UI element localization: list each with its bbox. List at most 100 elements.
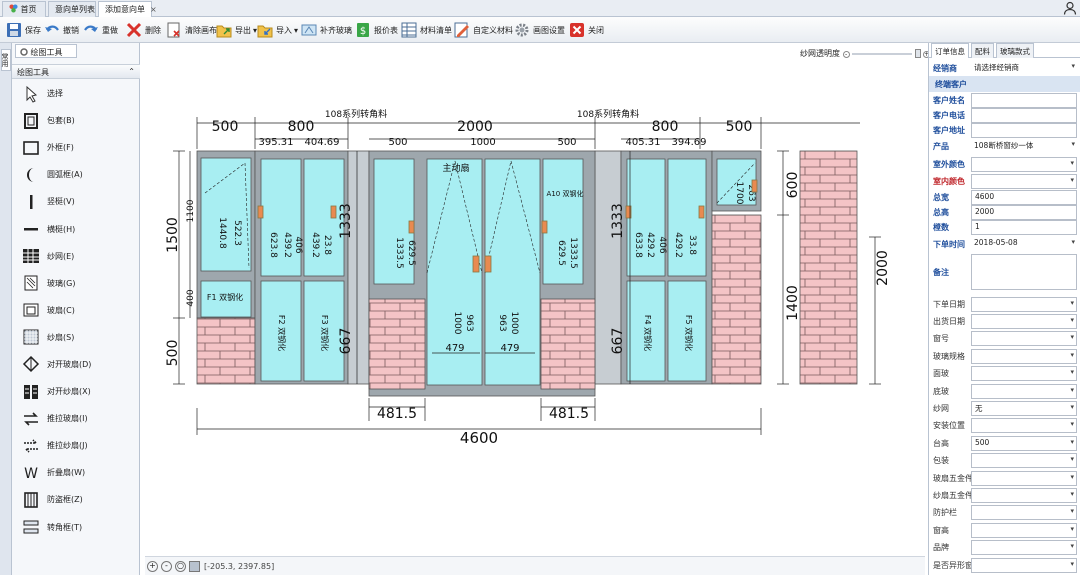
draw-settings-button[interactable]: 画图设置 [514, 20, 565, 40]
dimension-label: 394.69 [672, 137, 707, 148]
order-field-select[interactable]: ▾ [971, 505, 1077, 521]
tool-item[interactable]: 包套(B) [12, 107, 140, 134]
drawing-tools-header[interactable]: 绘图工具 ⌃ [12, 64, 140, 79]
tool-item[interactable]: 竖梃(V) [12, 188, 140, 215]
order-time-value: 2018-05-08 [974, 237, 1018, 247]
sash-handle [257, 205, 264, 219]
dimension-label: 800 [652, 119, 679, 135]
minus-icon[interactable]: - [842, 51, 850, 58]
clear-canvas-button[interactable]: 清除画布 [166, 20, 217, 40]
zoom-out-icon[interactable]: - [161, 560, 172, 572]
tab-glass-style[interactable]: 玻璃款式 [996, 43, 1034, 58]
tool-item[interactable]: W 折叠扇(W) [12, 459, 140, 486]
tool-item[interactable]: 选择 [12, 80, 140, 107]
tool-label: 圆弧框(A) [47, 170, 83, 180]
order-field-select[interactable]: ▾ [971, 296, 1077, 312]
order-field-row: 底玻 ▾ [929, 382, 1080, 400]
tool-label: 选择 [47, 89, 63, 99]
dimension-label: 633.8 [633, 232, 643, 258]
order-field-select[interactable]: ▾ [971, 540, 1077, 556]
tab-home[interactable]: 首页 [2, 1, 46, 17]
import-button[interactable]: 导入 ▾ [257, 20, 298, 40]
zoom-in-icon[interactable]: + [147, 560, 158, 572]
tab-close-icon[interactable]: × [150, 5, 157, 14]
order-field-select[interactable]: ▾ [971, 487, 1077, 503]
zoom-fit-icon[interactable]: ○ [175, 560, 186, 572]
toolbar-label: 画图设置 [533, 25, 565, 35]
tool-label: 玻扇(C) [47, 305, 75, 315]
tool-item[interactable]: 横梃(H) [12, 215, 140, 242]
redo-button[interactable]: 重做 [83, 20, 118, 40]
tool-label: 纱网(E) [47, 251, 75, 261]
tool-item[interactable]: 圆弧框(A) [12, 161, 140, 188]
outer-color-select[interactable]: ▾ [971, 156, 1077, 172]
collapse-icon[interactable]: ⌃ [128, 67, 135, 76]
vertical-mullion-icon [30, 194, 33, 209]
order-field-select[interactable]: ▾ [971, 348, 1077, 364]
save-button[interactable]: 保存 [6, 20, 41, 40]
order-field-select[interactable]: ▾ [971, 313, 1077, 329]
fill-glass-button[interactable]: 补齐玻璃 [301, 20, 352, 40]
order-field-select[interactable]: 500 ▾ [971, 435, 1077, 451]
order-field-select[interactable]: ▾ [971, 470, 1077, 486]
brick-wall [799, 150, 858, 385]
quote-button[interactable]: $ 报价表 [355, 20, 398, 40]
tool-item[interactable]: 纱网(E) [12, 243, 140, 270]
dimension-label: 500 [165, 340, 181, 367]
tool-item[interactable]: 推拉纱扇(J) [12, 432, 140, 459]
common-tab[interactable]: 常用 [1, 49, 11, 71]
close-button[interactable]: 关闭 [569, 20, 604, 40]
tool-item[interactable]: 防盗框(Z) [12, 486, 140, 513]
customer-address-field[interactable] [971, 122, 1077, 138]
slider-thumb[interactable] [914, 49, 921, 58]
notes-field[interactable] [971, 254, 1077, 290]
screen-opacity-slider[interactable]: 纱网透明度 - + [800, 48, 931, 60]
tab-add-order[interactable]: 添加意向单 × [98, 1, 157, 17]
tab-order-info[interactable]: 订单信息 [931, 43, 969, 58]
undo-button[interactable]: 撤销 [44, 20, 79, 40]
tab-ingredients[interactable]: 配料 [971, 43, 994, 58]
slider-track[interactable] [852, 52, 913, 55]
drawing-tools-tab[interactable]: 绘图工具 [15, 44, 77, 58]
order-time-label: 下单时间 [933, 239, 965, 249]
double-screen-sash-icon [24, 384, 38, 399]
dealer-select[interactable]: 请选择经销商 ▾ [971, 60, 1077, 76]
drawing-canvas[interactable]: 纱网透明度 - + 500 800 2000 800 500 395.31 404.69 50… [145, 43, 931, 575]
tool-item[interactable]: 推拉玻扇(I) [12, 405, 140, 432]
order-field-select[interactable]: ▾ [971, 418, 1077, 434]
material-list-button[interactable]: 材料清单 [401, 20, 452, 40]
dimension-label: 406 [657, 236, 667, 253]
order-field-select[interactable]: ▾ [971, 366, 1077, 382]
tool-item[interactable]: 外框(F) [12, 134, 140, 161]
order-field-select[interactable]: ▾ [971, 453, 1077, 469]
tool-item[interactable]: 对开纱扇(X) [12, 378, 140, 405]
tool-item[interactable]: 玻璃(G) [12, 270, 140, 297]
wrap-icon [24, 112, 38, 129]
order-field-select[interactable]: ▾ [971, 383, 1077, 399]
tab-order-list[interactable]: 意向单列表 [48, 1, 96, 17]
count-field[interactable]: 1 [971, 219, 1077, 235]
notes-label: 备注 [933, 267, 949, 277]
glass-pane [200, 157, 252, 272]
product-select[interactable]: 108断桥窗纱一体 ▾ [971, 138, 1077, 154]
left-dock-strip: 常用 [0, 43, 12, 575]
custom-material-button[interactable]: 自定义材料 [454, 20, 513, 40]
user-icon[interactable] [1063, 1, 1077, 15]
tool-item[interactable]: 纱扇(S) [12, 324, 140, 351]
toolbar-label: 删除 [145, 25, 161, 35]
tool-item[interactable]: 对开玻扇(D) [12, 351, 140, 378]
grid-icon[interactable] [189, 560, 200, 572]
export-button[interactable]: 导出 ▾ [216, 20, 257, 40]
delete-button[interactable]: 删除 [126, 20, 161, 40]
toolbar-label: 导出 [235, 25, 251, 35]
order-field-select[interactable]: ▾ [971, 331, 1077, 347]
tool-item[interactable]: 玻扇(C) [12, 297, 140, 324]
tool-label: 横梃(H) [47, 224, 76, 234]
order-time-select[interactable]: 2018-05-08 ▾ [971, 236, 1077, 252]
order-field-select[interactable]: ▾ [971, 522, 1077, 538]
order-field-select[interactable]: ▾ [971, 557, 1077, 573]
chevron-down-icon: ▾ [1070, 385, 1074, 394]
inner-color-select[interactable]: ▾ [971, 173, 1077, 189]
tool-item[interactable]: 转角框(T) [12, 514, 140, 541]
order-field-select[interactable]: 无 ▾ [971, 400, 1077, 416]
